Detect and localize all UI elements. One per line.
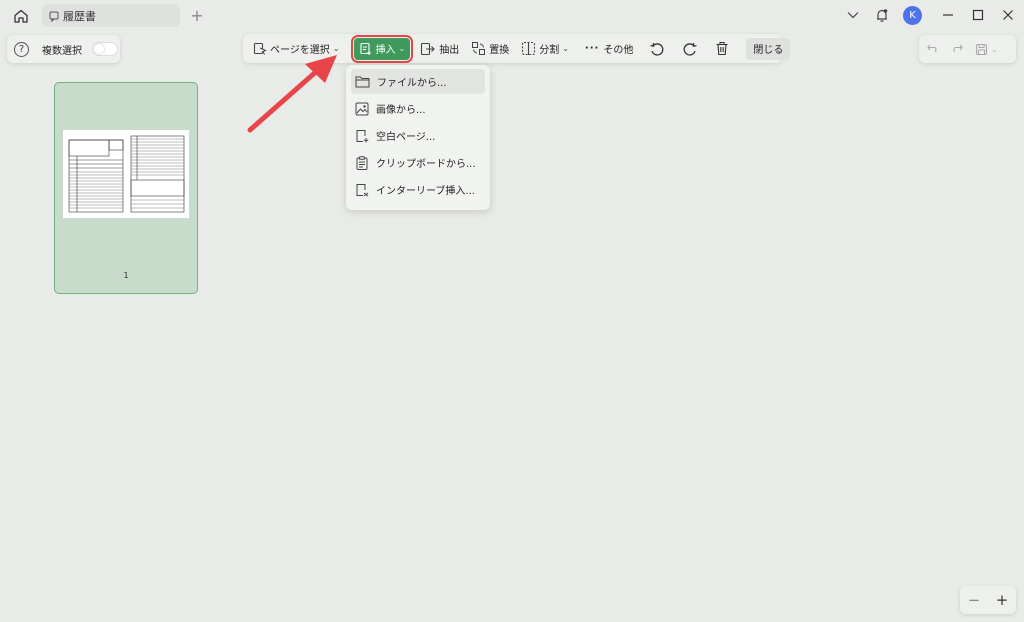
- insert-from-image[interactable]: 画像から...: [351, 96, 485, 121]
- insert-from-image-label: 画像から...: [376, 105, 426, 116]
- annotation-arrow: [247, 55, 337, 133]
- split-button[interactable]: 分割 ⌄: [517, 38, 573, 60]
- document-tab[interactable]: 履歴書: [42, 4, 180, 27]
- more-dots-icon: ···: [584, 43, 600, 54]
- insert-from-clipboard[interactable]: クリップボードから...: [351, 150, 485, 175]
- minimize-icon[interactable]: [938, 6, 958, 24]
- save-icon[interactable]: ⌄: [975, 43, 998, 56]
- extract-button[interactable]: 抽出: [416, 38, 463, 60]
- more-label: その他: [603, 45, 634, 56]
- close-label: 閉じる: [753, 45, 784, 56]
- insert-label: 挿入: [375, 45, 396, 56]
- extract-icon: [421, 42, 435, 55]
- user-avatar[interactable]: K: [903, 6, 922, 25]
- interleave-insert[interactable]: インターリーブ挿入...: [351, 177, 485, 202]
- interleave-icon: [356, 183, 369, 196]
- rotate-left-icon: [650, 42, 664, 56]
- clipboard-icon: [356, 155, 368, 170]
- home-icon[interactable]: [11, 6, 31, 26]
- replace-icon: [472, 42, 486, 55]
- interleave-insert-label: インターリーブ挿入...: [376, 186, 475, 197]
- replace-button[interactable]: 置換: [467, 38, 513, 60]
- add-tab-icon[interactable]: +: [190, 6, 204, 25]
- delete-button[interactable]: [711, 38, 736, 60]
- split-label: 分割: [539, 45, 560, 56]
- redo-icon[interactable]: [951, 43, 963, 56]
- rotate-right-button[interactable]: [678, 38, 705, 60]
- history-panel: ⌄: [919, 35, 1016, 63]
- document-tab-title: 履歴書: [63, 9, 96, 23]
- multi-select-panel: ? 複数選択: [7, 35, 120, 63]
- insert-page-icon: [359, 42, 371, 55]
- insert-button[interactable]: 挿入 ⌄: [350, 34, 414, 63]
- page-preview: [63, 130, 189, 218]
- blank-page-icon: [356, 129, 369, 142]
- rotate-left-button[interactable]: [645, 38, 672, 60]
- rotate-right-icon: [683, 42, 697, 56]
- chevron-down-icon[interactable]: [843, 6, 863, 24]
- replace-label: 置換: [489, 45, 510, 56]
- insert-blank-page[interactable]: 空白ページ...: [351, 123, 485, 148]
- insert-menu: ファイルから... 画像から... 空白ページ... クリップボードから... …: [346, 65, 490, 210]
- folder-icon: [355, 76, 370, 88]
- insert-from-clipboard-label: クリップボードから...: [376, 159, 476, 170]
- multi-select-toggle[interactable]: [92, 42, 118, 56]
- multi-select-label: 複数選択: [42, 45, 82, 57]
- trash-icon: [716, 41, 728, 56]
- insert-from-file-label: ファイルから...: [377, 78, 447, 89]
- page-thumbnail[interactable]: 1: [54, 82, 198, 294]
- insert-blank-page-label: 空白ページ...: [376, 132, 436, 143]
- chevron-down-icon: ⌄: [398, 44, 406, 53]
- title-bar: 履歴書 + K: [0, 0, 1024, 30]
- more-button[interactable]: ··· その他: [581, 38, 637, 60]
- image-icon: [355, 102, 369, 115]
- zoom-out-icon[interactable]: −: [968, 591, 981, 609]
- help-icon[interactable]: ?: [14, 41, 29, 57]
- undo-icon[interactable]: [927, 43, 939, 56]
- page-number: 1: [123, 271, 129, 280]
- close-window-icon[interactable]: [998, 6, 1018, 24]
- close-button[interactable]: 閉じる: [746, 37, 791, 60]
- extract-label: 抽出: [439, 45, 460, 56]
- notification-icon[interactable]: [872, 6, 892, 24]
- zoom-controls: − +: [960, 586, 1016, 614]
- split-icon: [522, 41, 536, 56]
- document-tab-icon: [48, 10, 60, 22]
- zoom-in-icon[interactable]: +: [996, 591, 1009, 609]
- chevron-down-icon: ⌄: [562, 44, 569, 53]
- insert-from-file[interactable]: ファイルから...: [351, 69, 485, 94]
- chevron-down-icon: ⌄: [991, 44, 998, 54]
- maximize-icon[interactable]: [968, 6, 988, 24]
